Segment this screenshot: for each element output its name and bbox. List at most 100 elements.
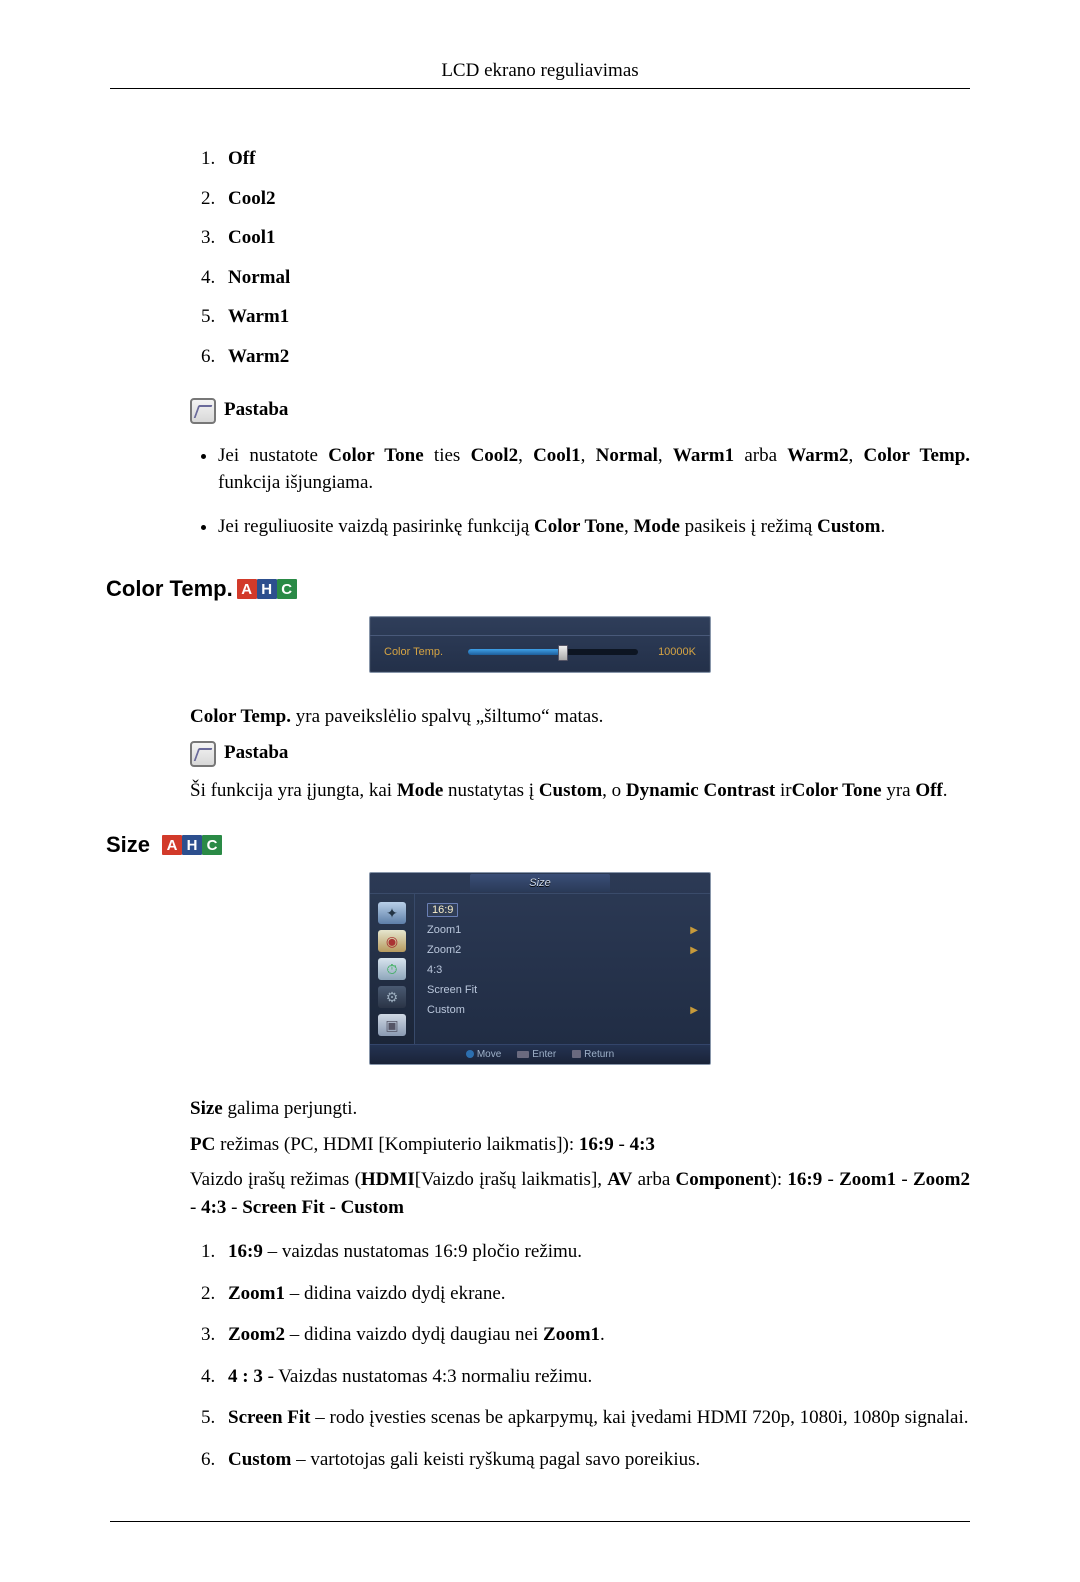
note-bullet-1: Jei nustatote Color Tone ties Cool2, Coo… xyxy=(218,434,970,505)
paragraph: Color Temp. yra paveikslėlio spalvų „šil… xyxy=(190,703,970,731)
item-name: 16:9 xyxy=(228,1241,263,1262)
text: , xyxy=(849,445,864,466)
osd-item-label: Screen Fit xyxy=(427,984,477,996)
osd-sidebar-icon[interactable]: ◉ xyxy=(378,930,406,952)
tag-group: A H C xyxy=(237,579,297,599)
text: Warm2 xyxy=(787,445,848,466)
text: - xyxy=(190,1197,201,1218)
osd-colortemp: Color Temp. 10000K xyxy=(369,616,711,673)
paragraph: Vaizdo įrašų režimas (HDMI[Vaizdo įrašų … xyxy=(190,1166,970,1221)
osd-slider-label: Color Temp. xyxy=(384,646,458,658)
section-head-size: Size A H C xyxy=(106,832,970,858)
osd-footer-move: Move xyxy=(466,1049,501,1060)
osd-item[interactable]: 4:3 xyxy=(425,960,700,980)
paragraph: PC režimas (PC, HDMI [Kompiuterio laikma… xyxy=(190,1131,970,1159)
size-text: Size galima perjungti. PC režimas (PC, H… xyxy=(190,1095,970,1480)
text: - xyxy=(325,1197,341,1218)
page: LCD ekrano reguliavimas Off Cool2 Cool1 … xyxy=(0,0,1080,1582)
osd-item-label: 4:3 xyxy=(427,964,442,976)
text: – vaizdas nustatomas 16:9 pločio režimu. xyxy=(263,1241,582,1262)
osd-item-label: Zoom1 xyxy=(427,924,461,936)
osd-list: 16:9 Zoom1▶ Zoom2 ▶ 4:3 Screen Fit Custom… xyxy=(415,894,710,1044)
note-bullets: Jei nustatote Color Tone ties Cool2, Coo… xyxy=(190,434,970,549)
osd-item[interactable]: Screen Fit xyxy=(425,980,700,1000)
osd-slider[interactable] xyxy=(468,649,638,655)
osd-sidebar-icon[interactable]: ⚙ xyxy=(378,986,406,1008)
text: yra xyxy=(882,780,916,801)
text: , o xyxy=(602,780,626,801)
tag-a-icon: A xyxy=(237,579,257,599)
text: arba xyxy=(632,1169,675,1190)
text: . xyxy=(943,780,948,801)
tag-c-icon: C xyxy=(277,579,297,599)
text: – didina vaizdo dydį ekrane. xyxy=(285,1283,506,1304)
text: Warm1 xyxy=(673,445,734,466)
osd-sidebar: ✦ ◉ ⏱ ⚙ ▣ xyxy=(370,894,415,1044)
osd-footer-return: Return xyxy=(572,1049,614,1060)
list-item: Zoom2 – didina vaizdo dydį daugiau nei Z… xyxy=(220,1314,970,1356)
text: Color Temp. xyxy=(190,706,291,727)
text: . xyxy=(880,516,885,537)
text: AV xyxy=(607,1169,632,1190)
text: ir xyxy=(775,780,791,801)
note-label: Pastaba xyxy=(224,739,288,767)
list-item: Cool1 xyxy=(220,218,970,258)
item-name: 4 : 3 xyxy=(228,1366,263,1387)
text: yra paveikslėlio spalvų „šiltumo“ matas. xyxy=(291,706,603,727)
text: , xyxy=(581,445,596,466)
osd-item[interactable]: Zoom2 ▶ xyxy=(425,940,700,960)
osd-footer-enter: Enter xyxy=(517,1049,556,1060)
text: Dynamic Contrast xyxy=(626,780,775,801)
note-bullet-2: Jei reguliuosite vaizdą pasirinkę funkci… xyxy=(218,505,970,549)
osd-sidebar-icon[interactable]: ▣ xyxy=(378,1014,406,1036)
osd-item-selected[interactable]: 16:9 xyxy=(425,900,700,920)
osd-top-bar xyxy=(370,627,710,636)
osd-slider-value: 10000K xyxy=(648,646,696,658)
text: Normal xyxy=(596,445,658,466)
page-title: LCD ekrano reguliavimas xyxy=(110,60,970,89)
text: Mode xyxy=(633,516,679,537)
list-item: Cool2 xyxy=(220,179,970,219)
tag-h-icon: H xyxy=(182,835,202,855)
text: - xyxy=(614,1134,630,1155)
section-title: Color Temp. xyxy=(106,576,233,602)
osd-item-label: Zoom2 xyxy=(427,944,461,956)
text: Color Temp. xyxy=(864,445,971,466)
text: Color Tone xyxy=(328,445,423,466)
text: - xyxy=(226,1197,242,1218)
color-tone-block: Off Cool2 Cool1 Normal Warm1 Warm2 Pasta… xyxy=(190,139,970,548)
text: HDMI xyxy=(361,1169,415,1190)
text: PC xyxy=(190,1134,215,1155)
text: – rodo įvesties scenas be apkarpymų, kai… xyxy=(311,1407,969,1428)
text: Mode xyxy=(397,780,443,801)
osd-sidebar-icon[interactable]: ⏱ xyxy=(378,958,406,980)
text: 16:9 xyxy=(787,1169,822,1190)
osd-sidebar-icon[interactable]: ✦ xyxy=(378,902,406,924)
text: Custom xyxy=(539,780,602,801)
osd-body: ✦ ◉ ⏱ ⚙ ▣ 16:9 Zoom1▶ Zoom2 ▶ 4:3 Screen … xyxy=(370,894,710,1044)
list-item: 16:9 – vaizdas nustatomas 16:9 pločio re… xyxy=(220,1231,970,1273)
text: - xyxy=(822,1169,839,1190)
item-name: Screen Fit xyxy=(228,1407,311,1428)
chevron-right-icon: ▶ xyxy=(690,945,698,956)
text: Ši funkcija yra įjungta, kai xyxy=(190,780,397,801)
osd-footer: Move Enter Return xyxy=(370,1044,710,1064)
osd-header-tab: Size xyxy=(470,874,610,892)
paragraph: Ši funkcija yra įjungta, kai Mode nustat… xyxy=(190,777,970,805)
list-item: 4 : 3 - Vaizdas nustatomas 4:3 normaliu … xyxy=(220,1356,970,1398)
text: 4:3 xyxy=(201,1197,226,1218)
text: Jei nustatote xyxy=(218,445,328,466)
text: – vartotojas gali keisti ryškumą pagal s… xyxy=(291,1449,700,1470)
note-label: Pastaba xyxy=(224,396,288,424)
osd-item[interactable]: Zoom1▶ xyxy=(425,920,700,940)
text: Zoom1 xyxy=(543,1324,600,1345)
item-name: Custom xyxy=(228,1449,291,1470)
text: galima perjungti. xyxy=(223,1098,358,1119)
text: [Vaizdo įrašų laikmatis], xyxy=(415,1169,608,1190)
list-item: Warm1 xyxy=(220,297,970,337)
text: - xyxy=(896,1169,913,1190)
text: 4:3 xyxy=(630,1134,655,1155)
footer-rule xyxy=(110,1521,970,1522)
osd-header: Size xyxy=(370,873,710,894)
osd-item[interactable]: Custom▶ xyxy=(425,1000,700,1020)
